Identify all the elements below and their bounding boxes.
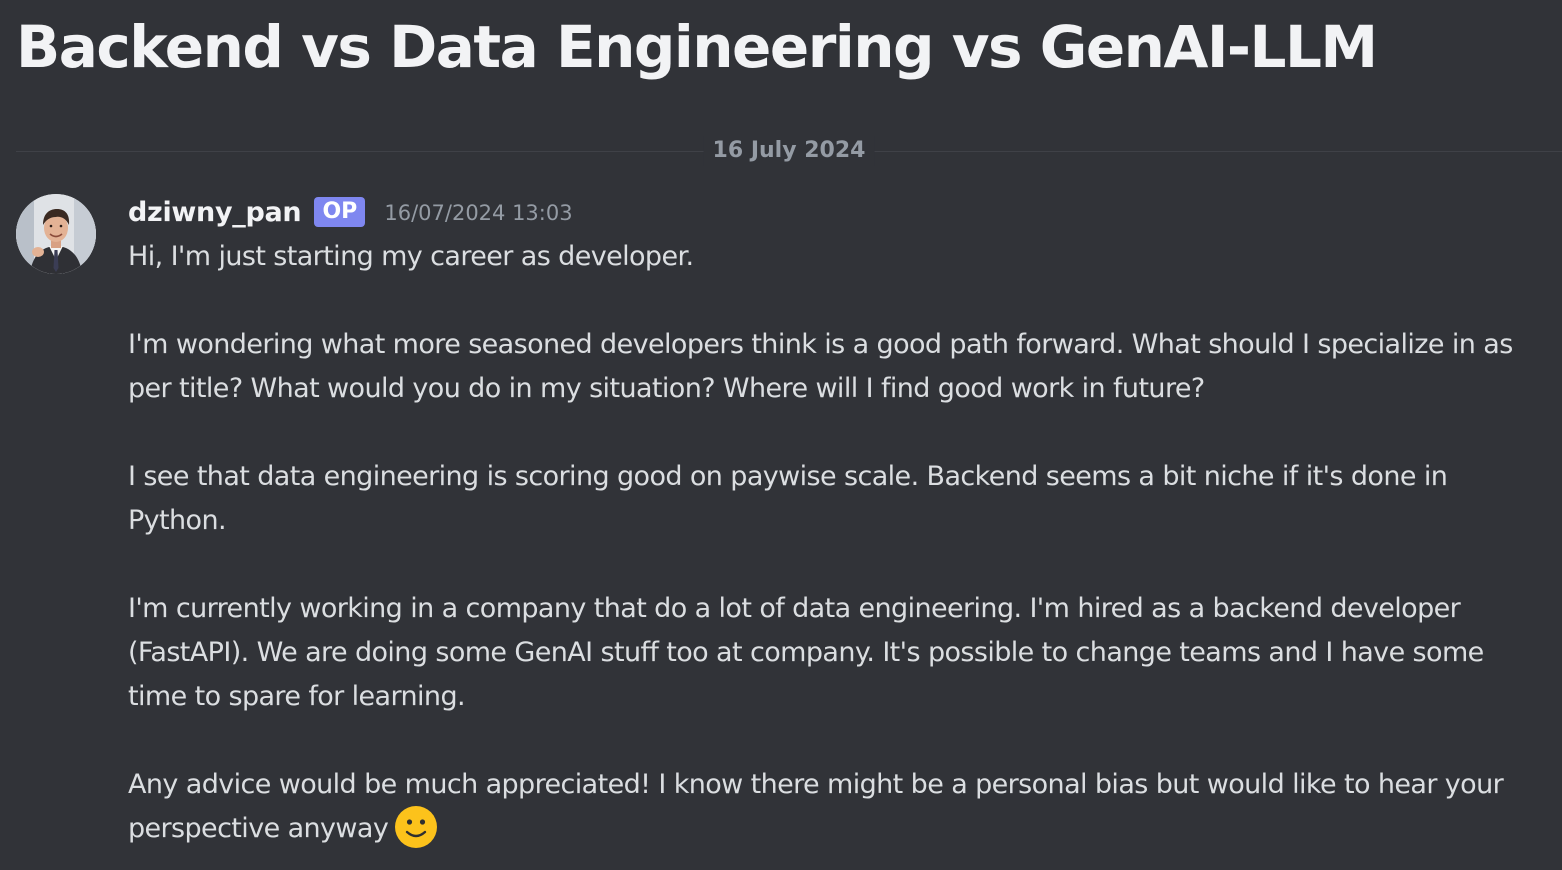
author-username[interactable]: dziwny_pan	[128, 194, 302, 232]
date-divider-label: 16 July 2024	[703, 136, 875, 166]
message-paragraph-text: Any advice would be much appreciated! I …	[128, 769, 1504, 844]
message-paragraph-last: Any advice would be much appreciated! I …	[128, 763, 1548, 852]
thread-title: Backend vs Data Engineering vs GenAI-LLM	[16, 13, 1378, 81]
avatar[interactable]	[16, 194, 96, 274]
message-timestamp[interactable]: 16/07/2024 13:03	[384, 194, 572, 232]
message-paragraph: I see that data engineering is scoring g…	[128, 461, 1448, 536]
forum-thread-view: Backend vs Data Engineering vs GenAI-LLM…	[0, 0, 1562, 870]
message-paragraph: Hi, I'm just starting my career as devel…	[128, 241, 694, 272]
date-divider: 16 July 2024	[16, 136, 1562, 166]
op-badge: OP	[314, 197, 366, 227]
message-header: dziwny_pan OP 16/07/2024 13:03	[128, 194, 573, 232]
message-paragraph: I'm currently working in a company that …	[128, 593, 1484, 712]
message-content: Hi, I'm just starting my career as devel…	[128, 235, 1548, 852]
slightly-smiling-face-icon[interactable]	[394, 805, 438, 849]
avatar-image	[16, 194, 96, 274]
message-paragraph: I'm wondering what more seasoned develop…	[128, 329, 1513, 404]
